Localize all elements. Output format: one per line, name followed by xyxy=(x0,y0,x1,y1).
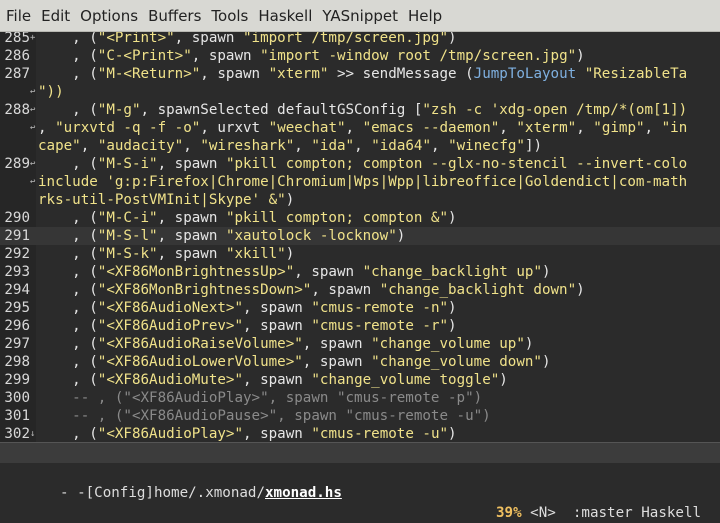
code-text: rks-util-PostVMInit|Skype' &") xyxy=(38,192,295,208)
line-number: 296 xyxy=(4,318,30,334)
code-text: , ("<XF86AudioLowerVolume>", spawn "chan… xyxy=(38,354,551,370)
minibuffer[interactable] xyxy=(0,463,720,480)
fringe-indicator-icon: ↩ xyxy=(30,159,36,169)
menu-help[interactable]: Help xyxy=(404,7,446,25)
code-line[interactable]: 295 , ("<XF86AudioNext>", spawn "cmus-re… xyxy=(0,299,720,317)
code-text: , ("M-S-l", spawn "xautolock -locknow") xyxy=(38,228,406,244)
buffer-dir: - -[Config]home/.xmonad/ xyxy=(60,485,265,501)
code-line[interactable]: 290 , ("M-C-i", spawn "pkill compton; co… xyxy=(0,209,720,227)
code-text: cape", "audacity", "wireshark", "ida", "… xyxy=(38,138,543,154)
line-number: 288 xyxy=(4,102,30,118)
menu-file[interactable]: File xyxy=(2,7,35,25)
line-number: 297 xyxy=(4,336,30,352)
code-line[interactable]: ↩ ")) xyxy=(0,83,720,101)
code-text: , ("C-<Print>", spawn "import -window ro… xyxy=(38,48,585,64)
code-line[interactable]: 296 , ("<XF86AudioPrev>", spawn "cmus-re… xyxy=(0,317,720,335)
editor-buffer[interactable]: 285 + , ("<Print>", spawn "import /tmp/sc… xyxy=(0,32,720,442)
menu-haskell[interactable]: Haskell xyxy=(254,7,316,25)
code-line[interactable]: rks-util-PostVMInit|Skype' &") xyxy=(0,191,720,209)
code-line[interactable]: 292 , ("M-S-k", spawn "xkill") xyxy=(0,245,720,263)
code-line[interactable]: 286 , ("C-<Print>", spawn "import -windo… xyxy=(0,47,720,65)
code-line[interactable]: 285 + , ("<Print>", spawn "import /tmp/sc… xyxy=(0,32,720,47)
code-line[interactable]: 297 , ("<XF86AudioRaiseVolume>", spawn "… xyxy=(0,335,720,353)
fringe-indicator-icon: ↩ xyxy=(30,123,36,133)
code-text: ")) xyxy=(38,84,64,100)
code-text: , ("<XF86MonBrightnessUp>", spawn "chang… xyxy=(38,264,551,280)
code-text: , ("<XF86AudioPlay>", spawn "cmus-remote… xyxy=(38,426,457,442)
line-number: 290 xyxy=(4,210,30,226)
mode-line: 291:10 - -[Config]home/.xmonad/xmonad.hs… xyxy=(0,442,720,521)
code-line[interactable]: ↩, "urxvtd -q -f -o", urxvt "weechat", "… xyxy=(0,119,720,137)
fringe-indicator-icon: ↓ xyxy=(30,429,36,439)
fringe-indicator-icon: ↩ xyxy=(30,87,36,97)
menu-tools[interactable]: Tools xyxy=(207,7,252,25)
code-text: , ("M-g", spawnSelected defaultGSConfig … xyxy=(38,102,688,118)
mode-info: 39% <N> :master Haskell xyxy=(496,503,701,523)
code-text: , ("<XF86AudioMute>", spawn "change_volu… xyxy=(38,372,508,388)
code-line[interactable]: 287 , ("M-<Return>", spawn "xterm" >> se… xyxy=(0,65,720,83)
buffer-path: - -[Config]home/.xmonad/xmonad.hs xyxy=(60,483,342,503)
line-number: 293 xyxy=(4,264,30,280)
line-number: 298 xyxy=(4,354,30,370)
code-text: , ("<XF86AudioPrev>", spawn "cmus-remote… xyxy=(38,318,457,334)
buffer-filename: xmonad.hs xyxy=(265,485,342,501)
line-number: 294 xyxy=(4,282,30,298)
code-line[interactable]: ↩ include 'g:p:Firefox|Chrome|Chromium|Wp… xyxy=(0,173,720,191)
code-text: , ("<XF86AudioNext>", spawn "cmus-remote… xyxy=(38,300,457,316)
vc-branch: :master xyxy=(572,505,633,521)
code-text: -- , ("<XF86AudioPause>", spawn "cmus-re… xyxy=(38,408,491,424)
code-text: , ("M-S-i", spawn "pkill compton; compto… xyxy=(38,156,688,172)
menu-buffers[interactable]: Buffers xyxy=(144,7,205,25)
line-number: 289 xyxy=(4,156,30,172)
code-line[interactable]: 300 -- , ("<XF86AudioPlay>", spawn "cmus… xyxy=(0,389,720,407)
fringe-indicator-icon: ↩ xyxy=(30,177,36,187)
code-line[interactable]: 302 ↓ , ("<XF86AudioPlay>", spawn "cmus-r… xyxy=(0,425,720,442)
code-line[interactable]: 293 , ("<XF86MonBrightnessUp>", spawn "c… xyxy=(0,263,720,281)
line-number: 292 xyxy=(4,246,30,262)
menu-options[interactable]: Options xyxy=(76,7,142,25)
code-text: -- , ("<XF86AudioPlay>", spawn "cmus-rem… xyxy=(38,390,483,406)
line-number: 287 xyxy=(4,66,30,82)
menu-edit[interactable]: Edit xyxy=(37,7,74,25)
line-number: 301 xyxy=(4,408,30,424)
code-line[interactable]: 294 , ("<XF86MonBrightnessDown>", spawn … xyxy=(0,281,720,299)
code-text: , ("M-<Return>", spawn "xterm" >> sendMe… xyxy=(38,66,688,82)
code-text: , ("<Print>", spawn "import /tmp/screen.… xyxy=(38,32,457,46)
code-line[interactable]: 298 , ("<XF86AudioLowerVolume>", spawn "… xyxy=(0,353,720,371)
major-mode: Haskell xyxy=(641,505,702,521)
line-number: 302 xyxy=(4,426,30,442)
code-line[interactable]: 289 ↩ , ("M-S-i", spawn "pkill compton; c… xyxy=(0,155,720,173)
code-line[interactable]: 299 , ("<XF86AudioMute>", spawn "change_… xyxy=(0,371,720,389)
fringe-indicator-icon: ↩ xyxy=(30,105,36,115)
code-text: , ("<XF86AudioRaiseVolume>", spawn "chan… xyxy=(38,336,534,352)
code-text: include 'g:p:Firefox|Chrome|Chromium|Wps… xyxy=(38,174,688,190)
line-number: 299 xyxy=(4,372,30,388)
code-line[interactable]: 291 , ("M-S-l", spawn "xautolock -lockno… xyxy=(0,227,720,245)
line-number: 291 xyxy=(4,228,30,244)
line-number: 300 xyxy=(4,390,30,406)
scroll-percent: 39% xyxy=(496,505,522,521)
code-text: , ("<XF86MonBrightnessDown>", spawn "cha… xyxy=(38,282,585,298)
code-line[interactable]: 288 ↩ , ("M-g", spawnSelected defaultGSCo… xyxy=(0,101,720,119)
code-text: , ("M-S-k", spawn "xkill") xyxy=(38,246,295,262)
fringe-indicator-icon: + xyxy=(30,33,36,43)
line-number: 295 xyxy=(4,300,30,316)
line-number: 286 xyxy=(4,48,30,64)
code-line[interactable]: cape", "audacity", "wireshark", "ida", "… xyxy=(0,137,720,155)
code-text: , "urxvtd -q -f -o", urxvt "weechat", "e… xyxy=(38,120,688,136)
code-text: , ("M-C-i", spawn "pkill compton; compto… xyxy=(38,210,457,226)
code-line[interactable]: 301 -- , ("<XF86AudioPause>", spawn "cmu… xyxy=(0,407,720,425)
menu-yasnippet[interactable]: YASnippet xyxy=(318,7,402,25)
evil-state: <N> xyxy=(530,505,556,521)
line-number: 285 xyxy=(4,32,30,46)
menu-bar: File Edit Options Buffers Tools Haskell YASnip… xyxy=(0,0,720,32)
